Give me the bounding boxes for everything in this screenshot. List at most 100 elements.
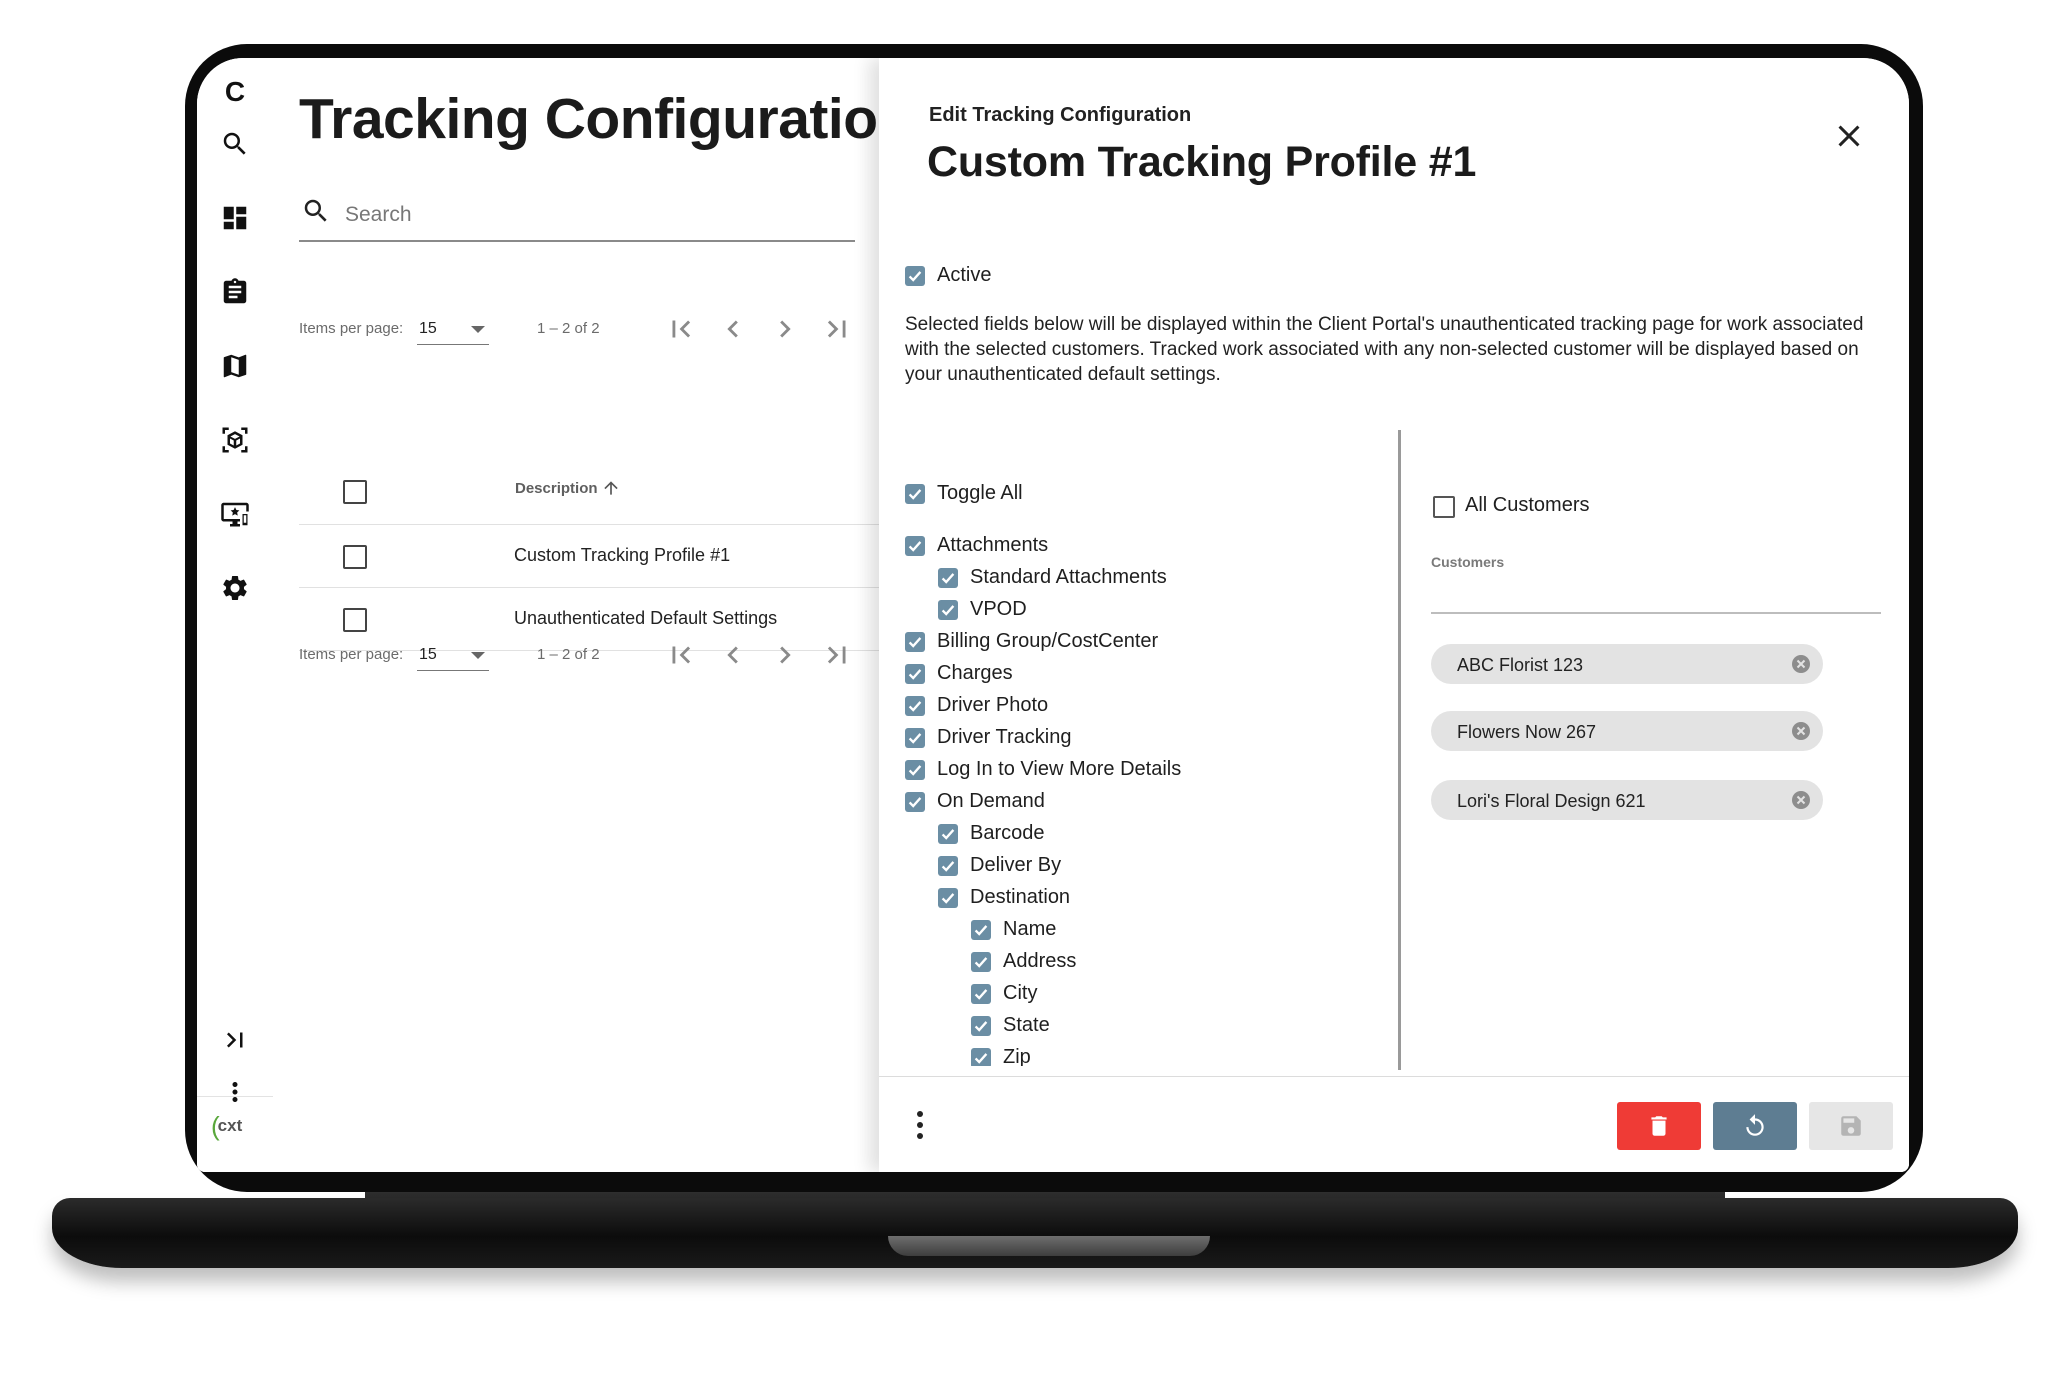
search-icon xyxy=(304,199,327,222)
chip-remove-icon[interactable] xyxy=(1791,790,1811,810)
field-checkbox[interactable] xyxy=(971,984,991,1004)
field-label: Barcode xyxy=(970,822,1045,844)
last-page-icon xyxy=(827,646,846,664)
dropdown-caret-icon xyxy=(471,652,485,659)
field-checkbox[interactable] xyxy=(971,1016,991,1036)
first-page-button[interactable] xyxy=(664,312,698,346)
row-description: Custom Tracking Profile #1 xyxy=(514,545,731,565)
first-page-icon xyxy=(672,646,691,664)
table-header: Description xyxy=(299,458,879,525)
first-page-button[interactable] xyxy=(664,638,698,672)
field-checkbox[interactable] xyxy=(938,888,958,908)
field-label: Name xyxy=(1003,918,1057,940)
field-label: Log In to View More Details xyxy=(937,758,1182,780)
field-label: Driver Photo xyxy=(937,694,1049,716)
field-label: State xyxy=(1003,1014,1050,1036)
chip-remove-icon[interactable] xyxy=(1791,654,1811,674)
delete-button[interactable] xyxy=(1617,1102,1701,1150)
laptop-base xyxy=(52,1198,2018,1268)
chip-label: ABC Florist 123 xyxy=(1457,655,1584,675)
last-page-button[interactable] xyxy=(820,312,854,346)
package-scan-icon[interactable] xyxy=(215,420,255,460)
chip-label: Flowers Now 267 xyxy=(1457,722,1597,742)
previous-page-button[interactable] xyxy=(716,312,750,346)
chevron-left-icon xyxy=(727,646,738,664)
page-range: 1 – 2 of 2 xyxy=(537,646,600,663)
paginator-bottom: Items per page: 15 1 – 2 of 2 xyxy=(299,636,859,676)
monitor-star-icon[interactable] xyxy=(215,494,255,534)
clipboard-icon[interactable] xyxy=(215,272,255,312)
paginator-top: Items per page: 15 1 – 2 of 2 xyxy=(299,310,859,350)
page-range: 1 – 2 of 2 xyxy=(537,320,600,337)
dashboard-icon[interactable] xyxy=(215,198,255,238)
field-checkbox[interactable] xyxy=(905,664,925,684)
column-header-description[interactable]: Description xyxy=(515,480,598,497)
row-checkbox[interactable] xyxy=(343,608,367,632)
chip-remove-icon[interactable] xyxy=(1791,721,1811,741)
field-label: Billing Group/CostCenter xyxy=(937,630,1159,652)
expand-icon[interactable] xyxy=(215,1020,255,1060)
panel-title: Custom Tracking Profile #1 xyxy=(927,138,1477,186)
search-icon[interactable] xyxy=(215,124,255,164)
field-checkbox[interactable] xyxy=(905,484,925,504)
reset-button[interactable] xyxy=(1713,1102,1797,1150)
field-label: Standard Attachments xyxy=(970,566,1167,588)
active-checkbox[interactable] xyxy=(905,266,925,286)
all-customers-checkbox[interactable] xyxy=(1433,496,1455,518)
sort-ascending-icon[interactable] xyxy=(601,478,621,498)
field-checkbox[interactable] xyxy=(971,920,991,940)
customers-input[interactable] xyxy=(1431,612,1881,614)
field-checkbox[interactable] xyxy=(905,728,925,748)
field-label: Zip xyxy=(1003,1046,1031,1066)
last-page-button[interactable] xyxy=(820,638,854,672)
field-checkbox[interactable] xyxy=(938,824,958,844)
select-all-checkbox[interactable] xyxy=(343,480,367,504)
field-checkbox[interactable] xyxy=(905,760,925,780)
table-row[interactable]: Custom Tracking Profile #1 xyxy=(299,525,879,588)
page-title: Tracking Configuration xyxy=(299,87,912,151)
laptop-notch xyxy=(888,1236,1210,1256)
more-vertical-icon[interactable] xyxy=(915,1110,925,1140)
field-tree: Toggle All Attachments Standard Attachment… xyxy=(879,478,1419,1066)
close-icon[interactable] xyxy=(1831,118,1867,154)
more-vertical-icon[interactable] xyxy=(215,1072,255,1112)
first-page-icon xyxy=(672,320,691,338)
items-per-page-label: Items per page: xyxy=(299,320,404,337)
row-checkbox[interactable] xyxy=(343,545,367,569)
field-checkbox[interactable] xyxy=(938,600,958,620)
map-icon[interactable] xyxy=(215,346,255,386)
field-checkbox[interactable] xyxy=(905,632,925,652)
field-checkbox[interactable] xyxy=(938,856,958,876)
customers-field-label: Customers xyxy=(1431,554,1505,570)
field-checkbox[interactable] xyxy=(971,952,991,972)
active-label: Active xyxy=(937,264,992,286)
items-per-page-value: 15 xyxy=(419,646,437,663)
list-page: Tracking Configuration Items per page: 1… xyxy=(273,58,912,1172)
save-button[interactable] xyxy=(1809,1102,1893,1150)
field-checkbox[interactable] xyxy=(905,792,925,812)
customer-chip[interactable]: Lori's Floral Design 621 xyxy=(1431,780,1823,820)
previous-page-button[interactable] xyxy=(716,638,750,672)
next-page-button[interactable] xyxy=(768,638,802,672)
chevron-left-icon xyxy=(727,320,738,338)
panel-subtitle: Edit Tracking Configuration xyxy=(929,104,1192,126)
items-per-page-select[interactable]: 15 xyxy=(417,638,489,671)
field-checkbox[interactable] xyxy=(938,568,958,588)
logo-text: cxt xyxy=(217,1116,243,1135)
customer-chip[interactable]: Flowers Now 267 xyxy=(1431,711,1823,751)
field-checkbox[interactable] xyxy=(905,536,925,556)
field-label: City xyxy=(1003,982,1038,1004)
customer-chip[interactable]: ABC Florist 123 xyxy=(1431,644,1823,684)
chevron-right-icon xyxy=(780,646,791,664)
app-screen: C (cxt Tracking Configuration Search Ite… xyxy=(197,58,1909,1172)
search-input[interactable] xyxy=(343,200,827,230)
field-checkbox[interactable] xyxy=(905,696,925,716)
search-field[interactable] xyxy=(299,188,855,242)
settings-icon[interactable] xyxy=(215,568,255,608)
chevron-right-icon xyxy=(780,320,791,338)
items-per-page-select[interactable]: 15 xyxy=(417,312,489,345)
field-checkbox[interactable] xyxy=(971,1048,991,1066)
all-customers-label: All Customers xyxy=(1465,494,1590,516)
dropdown-caret-icon xyxy=(471,326,485,333)
next-page-button[interactable] xyxy=(768,312,802,346)
